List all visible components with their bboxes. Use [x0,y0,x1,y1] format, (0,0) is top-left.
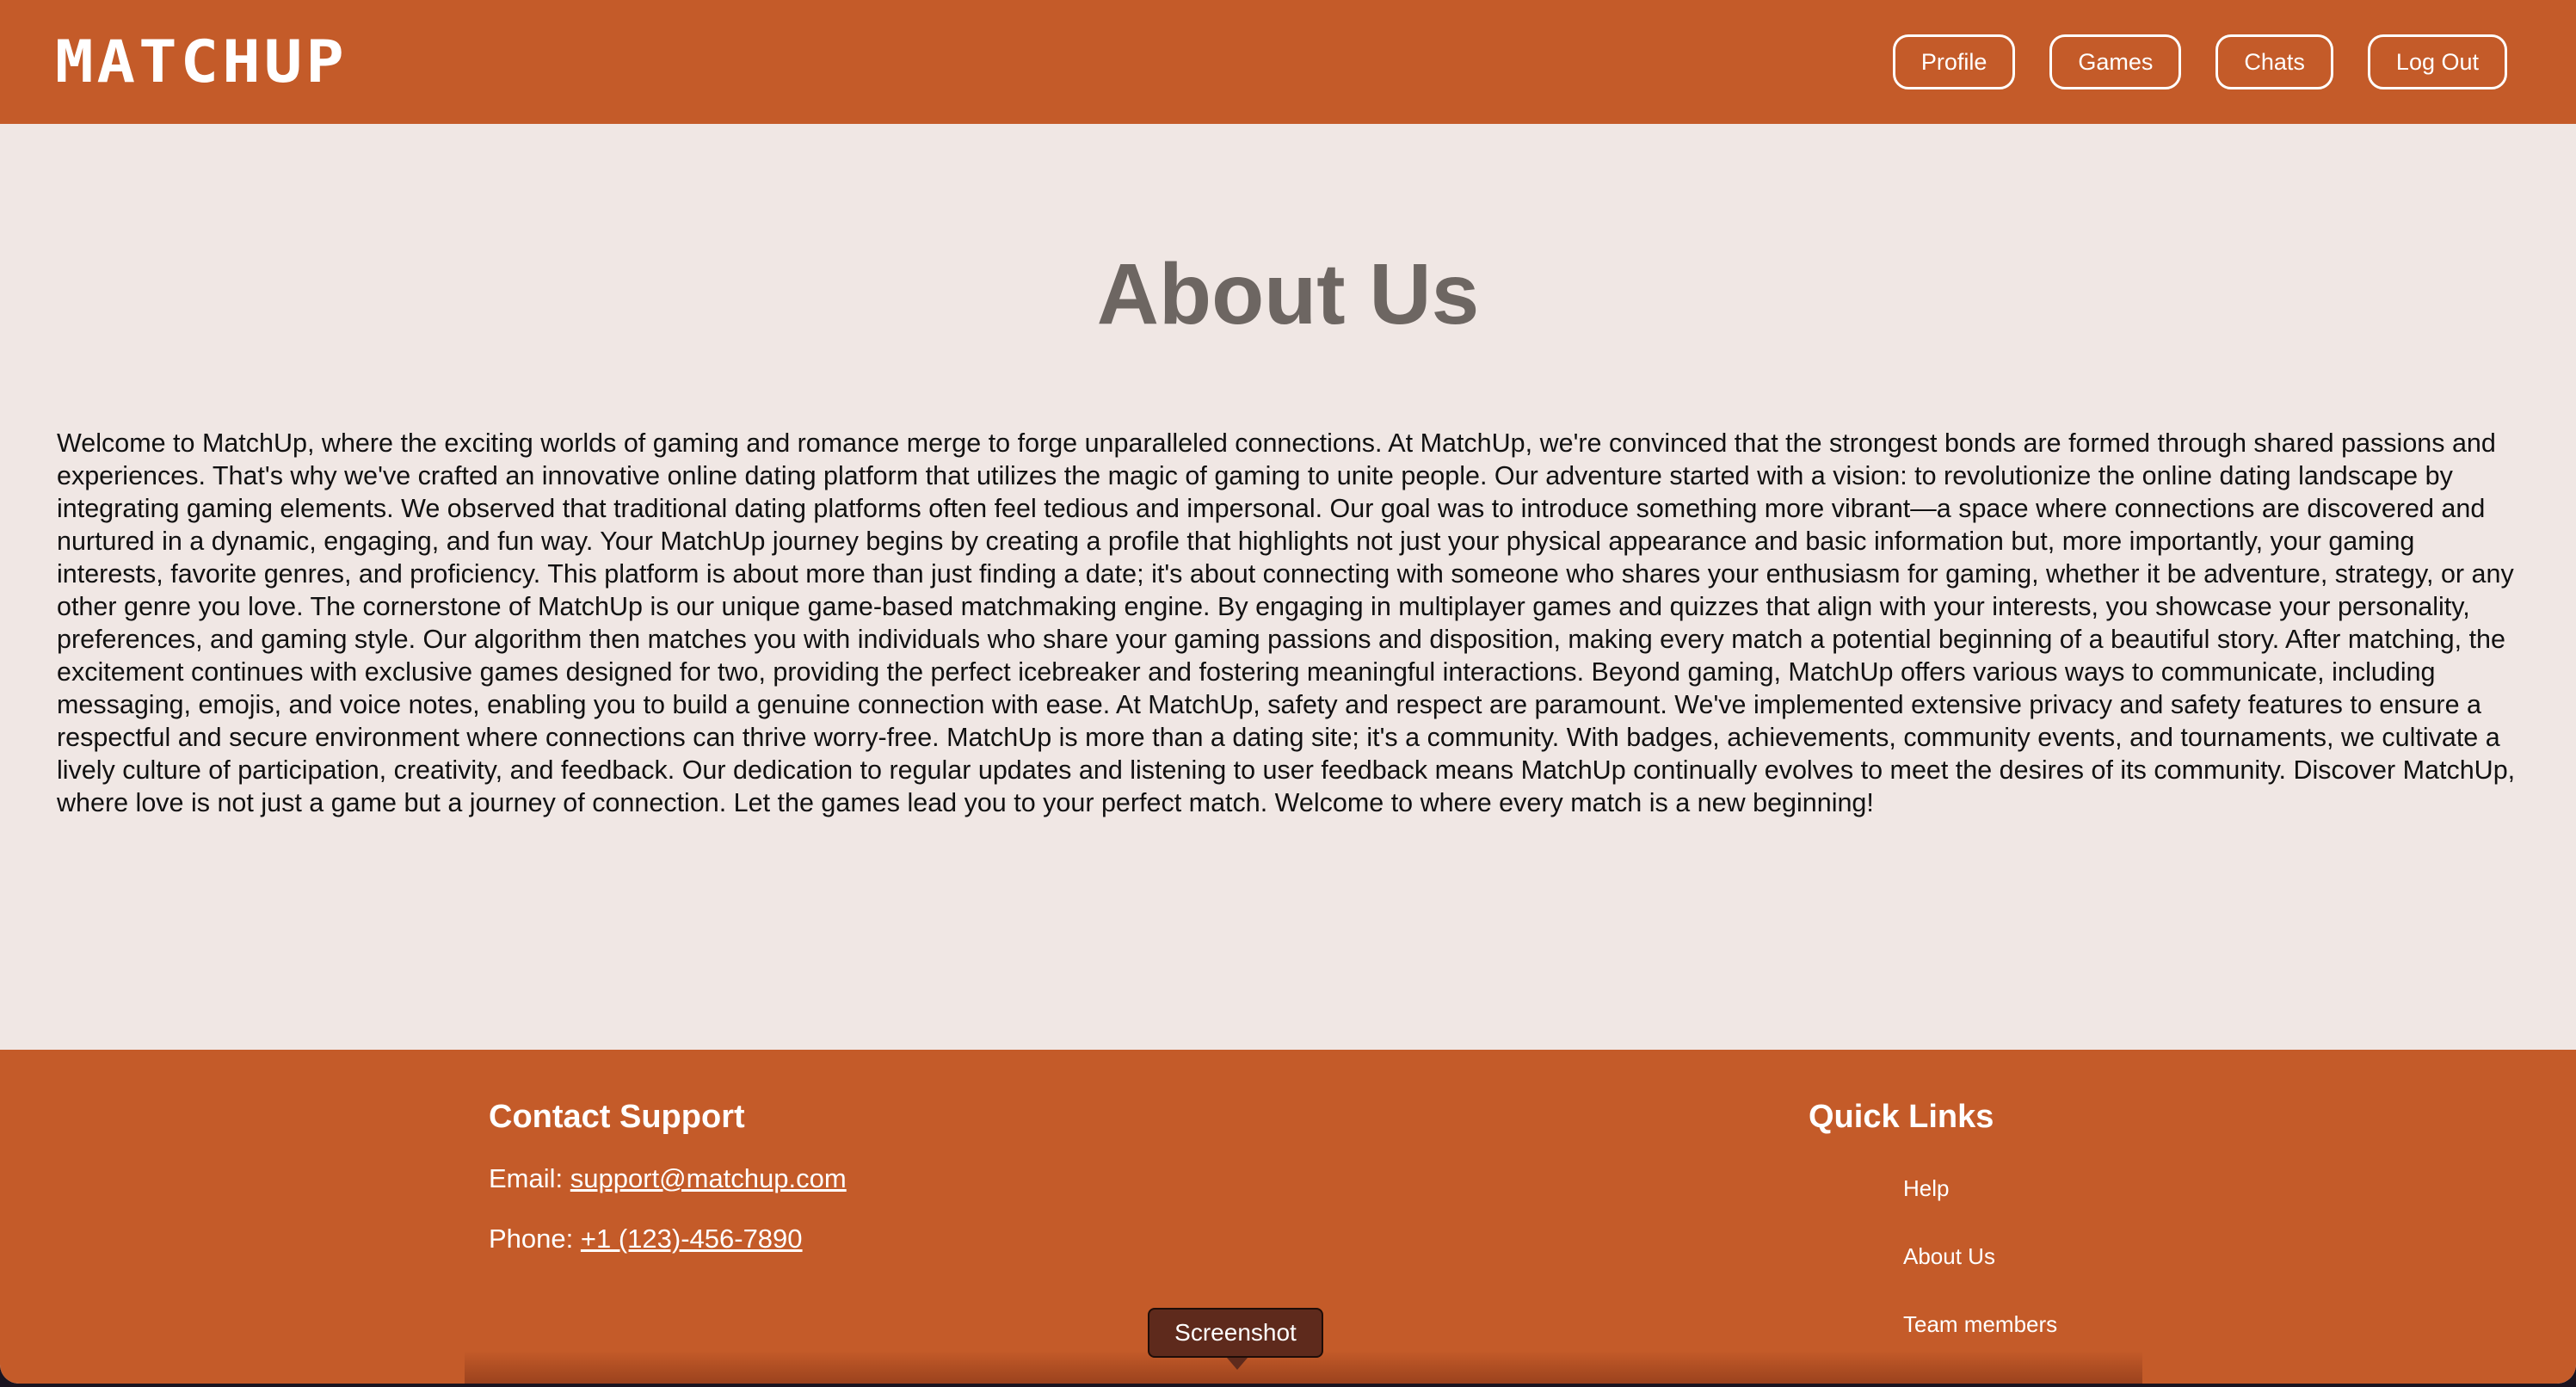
contact-support-section: Contact Support Email: support@matchup.c… [489,1098,847,1256]
games-button[interactable]: Games [2049,34,2182,89]
matchup-logo[interactable]: MATCHUP [55,33,348,91]
about-body-text: Welcome to MatchUp, where the exciting w… [57,428,2516,817]
phone-label: Phone: [489,1224,581,1254]
page-title: About Us [1096,246,1480,342]
site-header: MATCHUP Profile Games Chats Log Out [0,0,2576,124]
logo-text: MATCHUP [55,28,348,96]
email-link[interactable]: support@matchup.com [570,1163,847,1193]
quick-link-about-us[interactable]: About Us [1903,1242,2057,1271]
screenshot-tooltip: Screenshot [1148,1308,1323,1370]
email-label: Email: [489,1163,570,1193]
quick-link-help[interactable]: Help [1903,1174,2057,1203]
logout-button[interactable]: Log Out [2367,34,2507,89]
profile-button[interactable]: Profile [1892,34,2016,89]
phone-link[interactable]: +1 (123)-456-7890 [581,1224,803,1254]
main-nav: Profile Games Chats Log Out [1892,34,2507,89]
page: MATCHUP Profile Games Chats Log Out Abou… [0,0,2576,1384]
quick-links-section: Quick Links Help About Us Team members [1809,1098,2057,1378]
chats-button[interactable]: Chats [2215,34,2333,89]
quick-links-heading: Quick Links [1809,1099,1994,1135]
quick-links-list: Help About Us Team members [1903,1174,2057,1339]
quick-link-team-members[interactable]: Team members [1903,1310,2057,1339]
contact-support-heading: Contact Support [489,1099,745,1135]
contact-email-row: Email: support@matchup.com [489,1162,847,1196]
contact-phone-row: Phone: +1 (123)-456-7890 [489,1222,847,1256]
